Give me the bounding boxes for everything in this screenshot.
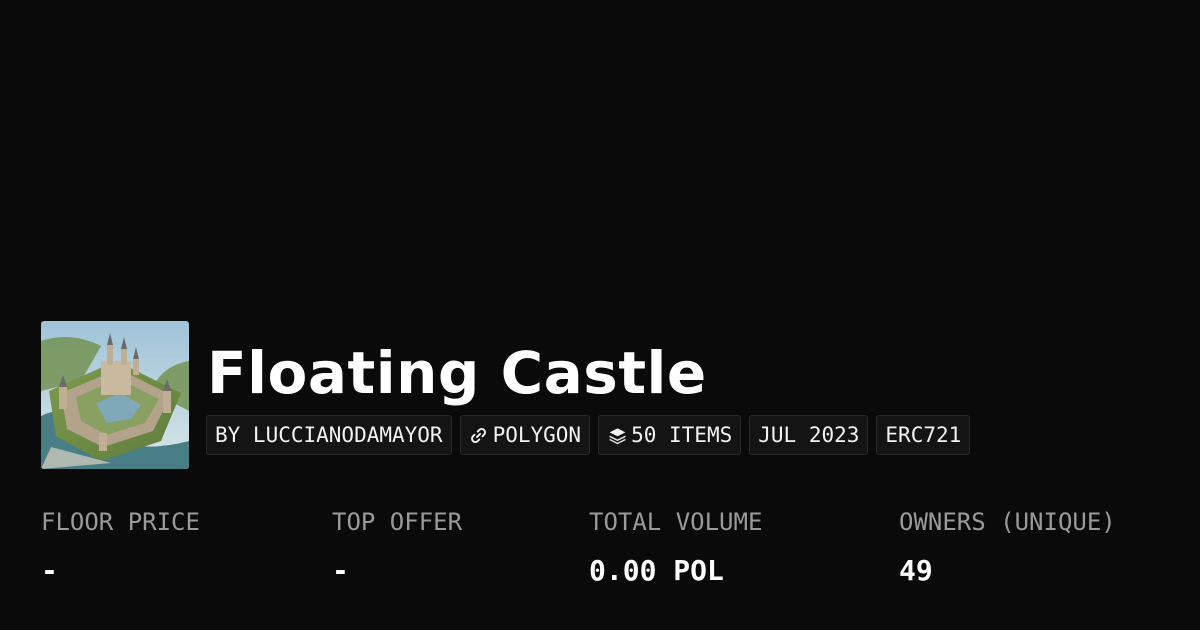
chain-label: POLYGON [492, 423, 582, 447]
creator-tag[interactable]: BY LUCCIANODAMAYOR [206, 415, 452, 455]
stat-label: TOP OFFER [332, 508, 463, 536]
collection-stats: FLOOR PRICE - TOP OFFER - TOTAL VOLUME 0… [41, 502, 1171, 602]
stat-owners: OWNERS (UNIQUE) 49 [899, 502, 1116, 591]
date-label: JUL 2023 [758, 423, 860, 447]
creator-label: BY LUCCIANODAMAYOR [215, 423, 443, 447]
stat-label: OWNERS (UNIQUE) [899, 508, 1116, 536]
collection-tags: BY LUCCIANODAMAYOR POLYGON 50 ITEMS JUL … [206, 415, 971, 455]
chain-link-icon [469, 425, 489, 445]
collection-thumbnail[interactable] [41, 321, 189, 469]
stat-top-offer: TOP OFFER - [332, 502, 462, 591]
stat-value: 0.00 POL [589, 554, 724, 587]
standard-label: ERC721 [885, 423, 962, 447]
layers-icon [607, 425, 627, 445]
items-label: 50 ITEMS [631, 423, 733, 447]
stat-value: - [41, 554, 58, 587]
stat-total-volume: TOTAL VOLUME 0.00 POL [589, 502, 762, 591]
stat-label: FLOOR PRICE [41, 508, 200, 536]
stat-value: 49 [899, 554, 933, 587]
items-tag[interactable]: 50 ITEMS [598, 415, 742, 455]
collection-title: Floating Castle [207, 339, 707, 407]
stat-floor-price: FLOOR PRICE - [41, 502, 200, 591]
stat-label: TOTAL VOLUME [589, 508, 763, 536]
stat-value: - [332, 554, 349, 587]
castle-artwork-image [41, 321, 189, 469]
collection-header: Floating Castle BY LUCCIANODAMAYOR POLYG… [41, 321, 1161, 470]
chain-tag[interactable]: POLYGON [459, 415, 591, 455]
standard-tag: ERC721 [876, 415, 971, 455]
date-tag: JUL 2023 [749, 415, 869, 455]
